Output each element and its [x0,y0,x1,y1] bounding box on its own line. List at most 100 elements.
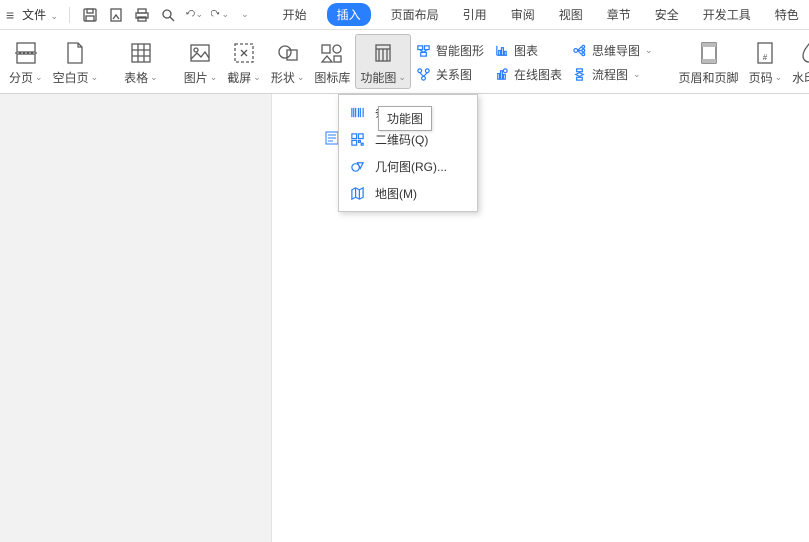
page-break-label: 分页 [9,69,33,86]
tab-start[interactable]: 开始 [279,1,311,28]
ribbon-group-pages: 分页⌄ 空白页⌄ [0,30,107,93]
flow-chart-button[interactable]: 流程图 ⌄ [569,64,656,85]
menubar-left: ≡ 文件 ⌄ ⌄ ⌄ ⌄ [6,6,249,24]
function-chart-icon [369,39,397,67]
page-number-label: 页码 [749,69,773,86]
screenshot-button[interactable]: 截屏⌄ [222,34,266,89]
preview-icon[interactable] [159,6,177,24]
tab-developer[interactable]: 开发工具 [699,1,755,28]
smart-graphic-icon [416,43,432,59]
chevron-down-icon: ⌄ [91,72,99,83]
chevron-down-icon: ⌄ [35,72,43,83]
online-chart-button[interactable]: 在线图表 [491,64,565,85]
dropdown-geometry-label: 几何图(RG)... [375,158,447,175]
watermark-button[interactable]: 水印⌄ [787,34,809,89]
dropdown-item-map[interactable]: 地图(M) [339,180,477,207]
icon-library-button[interactable]: 图标库 [309,34,355,89]
smart-graphic-button[interactable]: 智能图形 [413,40,487,61]
page-number-icon: # [751,39,779,67]
relation-label: 关系图 [436,66,472,83]
header-footer-icon [695,39,723,67]
redo-button[interactable]: ⌄ [211,6,229,24]
mind-map-button[interactable]: 思维导图 ⌄ [569,40,656,61]
table-icon [127,39,155,67]
file-menu[interactable]: 文件 ⌄ [22,6,58,23]
dropdown-map-label: 地图(M) [375,185,417,202]
tab-special[interactable]: 特色 [771,1,803,28]
chevron-down-icon: ⌄ [633,69,641,80]
shapes-button[interactable]: 形状⌄ [266,34,310,89]
relation-icon [416,67,432,83]
watermark-label: 水印 [792,69,809,86]
header-footer-label: 页眉和页脚 [679,69,739,86]
ribbon-group-illustrations: 图片⌄ 截屏⌄ 形状⌄ 图标库 功能图⌄ [175,30,662,93]
divider [69,7,70,23]
header-footer-button[interactable]: 页眉和页脚 [674,34,744,89]
shapes-label: 形状 [271,69,295,86]
mind-map-label: 思维导图 [592,42,640,59]
chevron-down-icon: ⌄ [645,45,653,56]
relation-button[interactable]: 关系图 [413,64,487,85]
ribbon-tabs: 开始 插入 页面布局 引用 审阅 视图 章节 安全 开发工具 特色 [279,1,803,28]
tab-insert[interactable]: 插入 [327,3,371,26]
icon-library-label: 图标库 [314,69,350,86]
watermark-icon [795,39,809,67]
navigation-pane [0,94,272,542]
page-break-button[interactable]: 分页⌄ [4,34,48,89]
save-icon[interactable] [81,6,99,24]
chart-button[interactable]: 图表 [491,40,565,61]
picture-label: 图片 [184,69,208,86]
function-chart-label: 功能图 [360,69,396,86]
file-menu-label: 文件 [22,8,46,22]
qat-more-icon[interactable]: ⌄ [241,9,249,20]
icon-library-icon [318,39,346,67]
map-icon [349,186,365,202]
flow-chart-label: 流程图 [592,66,628,83]
print-icon[interactable] [133,6,151,24]
tab-chapter[interactable]: 章节 [603,1,635,28]
tab-review[interactable]: 审阅 [507,1,539,28]
chevron-down-icon: ⌄ [150,72,158,83]
ribbon: 分页⌄ 空白页⌄ 表格⌄ 图片⌄ 截屏⌄ [0,30,809,94]
picture-button[interactable]: 图片⌄ [179,34,223,89]
ribbon-small-group-3: 思维导图 ⌄ 流程图 ⌄ [567,36,658,89]
function-chart-button[interactable]: 功能图⌄ [355,34,411,89]
flow-chart-icon [572,67,588,83]
undo-button[interactable]: ⌄ [185,6,203,24]
dropdown-qrcode-label: 二维码(Q) [375,131,428,148]
dropdown-item-geometry[interactable]: 几何图(RG)... [339,153,477,180]
page-break-icon [12,39,40,67]
tab-layout[interactable]: 页面布局 [387,1,443,28]
chevron-down-icon: ⌄ [51,11,59,21]
smart-graphic-label: 智能图形 [436,42,484,59]
qrcode-icon [349,132,365,148]
blank-page-button[interactable]: 空白页⌄ [48,34,104,89]
tab-security[interactable]: 安全 [651,1,683,28]
table-label: 表格 [124,69,148,86]
online-chart-icon [494,67,510,83]
chevron-down-icon: ⌄ [196,9,204,20]
screenshot-label: 截屏 [227,69,251,86]
menu-icon[interactable]: ≡ [6,7,14,23]
ribbon-group-tables: 表格⌄ [115,30,167,93]
ribbon-small-group-2: 图表 在线图表 [489,36,567,89]
print-preview-icon[interactable] [107,6,125,24]
table-button[interactable]: 表格⌄ [119,34,163,89]
shapes-icon [274,39,302,67]
ribbon-small-group-1: 智能图形 关系图 [411,36,489,89]
chevron-down-icon: ⌄ [297,72,305,83]
blank-page-icon [61,39,89,67]
mind-map-icon [572,43,588,59]
menubar: ≡ 文件 ⌄ ⌄ ⌄ ⌄ 开始 插入 页面布局 引用 审 [0,0,809,30]
chevron-down-icon: ⌄ [398,72,406,83]
chevron-down-icon: ⌄ [222,9,230,20]
geometry-icon [349,159,365,175]
page-number-button[interactable]: # 页码⌄ [744,34,788,89]
tooltip-text: 功能图 [387,112,423,126]
picture-icon [186,39,214,67]
chart-label: 图表 [514,42,538,59]
chevron-down-icon: ⌄ [775,72,783,83]
tab-reference[interactable]: 引用 [459,1,491,28]
tab-view[interactable]: 视图 [555,1,587,28]
svg-text:#: # [763,53,768,62]
